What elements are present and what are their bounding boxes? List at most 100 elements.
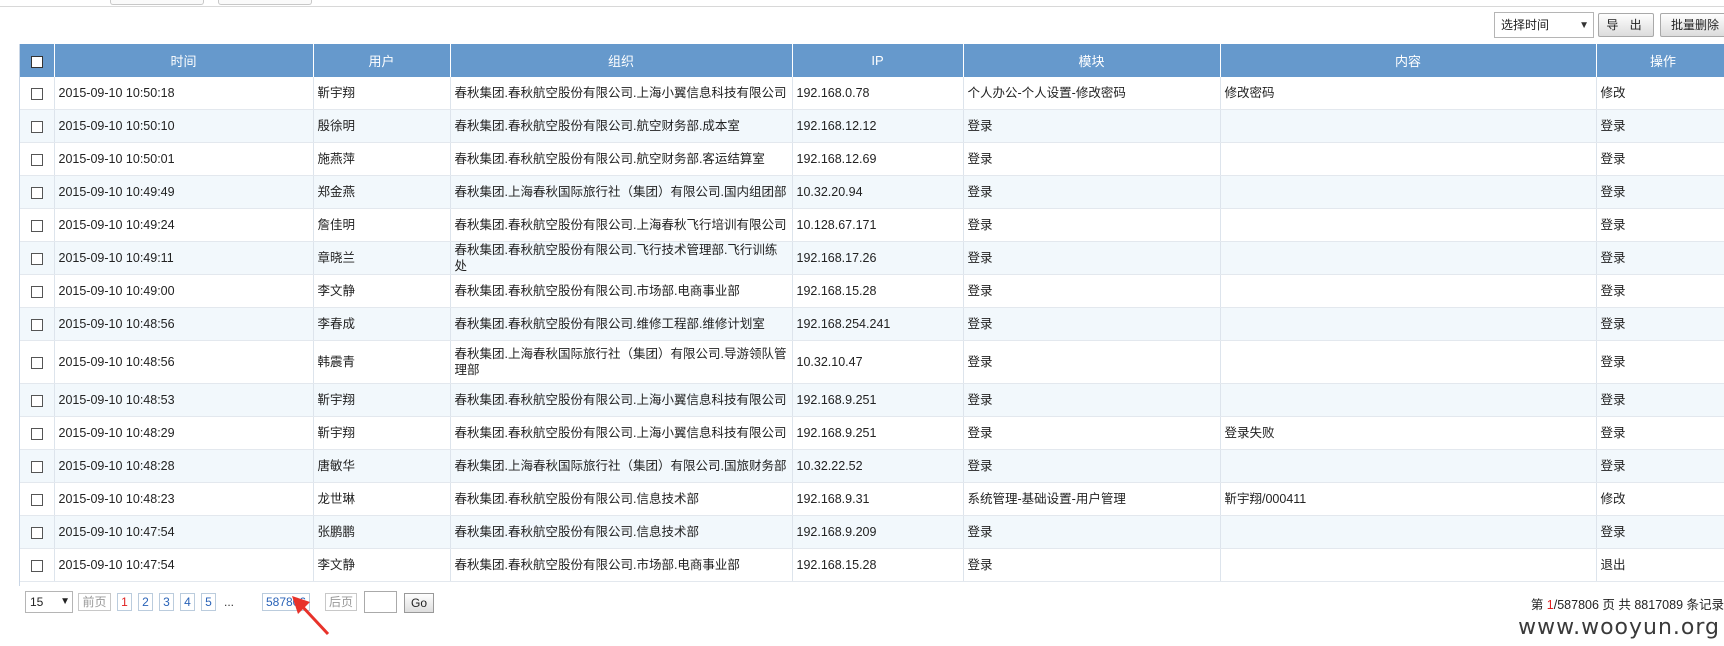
cell-org: 春秋集团.春秋航空股份有限公司.信息技术部 — [450, 515, 793, 549]
cell-module: 登录 — [963, 548, 1221, 582]
select-all-checkbox[interactable] — [30, 55, 43, 68]
row-checkbox[interactable] — [30, 526, 43, 539]
row-checkbox[interactable] — [30, 87, 43, 100]
cell-module: 登录 — [963, 515, 1221, 549]
cell-user: 靳宇翔 — [313, 416, 451, 450]
cell-time: 2015-09-10 10:48:56 — [54, 307, 314, 341]
cell-user: 唐敏华 — [313, 449, 451, 483]
table-row: 2015-09-10 10:49:49 郑金燕 春秋集团.上海春秋国际旅行社（集团）… — [20, 175, 1724, 209]
col-header-action[interactable]: 操作 — [1596, 44, 1724, 77]
row-select-cell — [20, 208, 55, 242]
page-link-4[interactable]: 4 — [180, 593, 195, 611]
filter-input-edge[interactable] — [218, 0, 312, 5]
page-jump-input[interactable] — [364, 591, 397, 613]
row-checkbox[interactable] — [30, 356, 43, 369]
page-ellipsis: ... — [224, 595, 235, 609]
table-row: 2015-09-10 10:47:54 李文静 春秋集团.春秋航空股份有限公司.市场… — [20, 548, 1724, 582]
row-checkbox[interactable] — [30, 493, 43, 506]
table-row: 2015-09-10 10:49:11 章晓兰 春秋集团.春秋航空股份有限公司.飞行… — [20, 241, 1724, 275]
page-link-1[interactable]: 1 — [117, 593, 132, 611]
cell-user: 章晓兰 — [313, 241, 451, 275]
cell-org: 春秋集团.上海春秋国际旅行社（集团）有限公司.国内组团部 — [450, 175, 793, 209]
cell-user: 龙世琳 — [313, 482, 451, 516]
cell-ip: 192.168.17.26 — [792, 241, 964, 275]
cell-content — [1220, 515, 1597, 549]
filter-input-edge[interactable] — [110, 0, 204, 5]
cell-user: 张鹏鹏 — [313, 515, 451, 549]
row-select-cell — [20, 340, 55, 384]
col-header-org[interactable]: 组织 — [450, 44, 793, 77]
row-checkbox[interactable] — [30, 318, 43, 331]
page-size-select[interactable]: 15 ▼ — [25, 591, 73, 613]
cell-org: 春秋集团.春秋航空股份有限公司.上海小翼信息科技有限公司 — [450, 77, 793, 110]
cell-user: 韩震青 — [313, 340, 451, 384]
page-link-3[interactable]: 3 — [159, 593, 174, 611]
cell-module: 登录 — [963, 340, 1221, 384]
row-checkbox[interactable] — [30, 460, 43, 473]
cell-content — [1220, 449, 1597, 483]
col-header-content[interactable]: 内容 — [1220, 44, 1597, 77]
cell-time: 2015-09-10 10:48:23 — [54, 482, 314, 516]
cell-module: 个人办公-个人设置-修改密码 — [963, 77, 1221, 110]
row-checkbox[interactable] — [30, 285, 43, 298]
cell-org: 春秋集团.春秋航空股份有限公司.航空财务部.成本室 — [450, 109, 793, 143]
row-checkbox[interactable] — [30, 153, 43, 166]
cell-action: 登录 — [1596, 274, 1724, 308]
table-row: 2015-09-10 10:50:01 施燕萍 春秋集团.春秋航空股份有限公司.航空… — [20, 142, 1724, 176]
table-row: 2015-09-10 10:47:54 张鹏鹏 春秋集团.春秋航空股份有限公司.信息… — [20, 515, 1724, 549]
export-button[interactable]: 导 出 — [1598, 13, 1654, 37]
row-checkbox[interactable] — [30, 219, 43, 232]
col-header-ip[interactable]: IP — [792, 44, 964, 77]
cell-org: 春秋集团.春秋航空股份有限公司.上海小翼信息科技有限公司 — [450, 383, 793, 417]
go-button[interactable]: Go — [404, 593, 434, 613]
cell-ip: 192.168.9.251 — [792, 383, 964, 417]
cell-content — [1220, 175, 1597, 209]
row-checkbox[interactable] — [30, 394, 43, 407]
cell-org: 春秋集团.上海春秋国际旅行社（集团）有限公司.导游领队管理部 — [450, 340, 793, 384]
row-select-cell — [20, 449, 55, 483]
time-select[interactable]: 选择时间 ▼ — [1494, 12, 1594, 38]
page-info: 第 1/587806 页 共 8817089 条记录 — [1531, 594, 1724, 613]
row-checkbox[interactable] — [30, 186, 43, 199]
cell-ip: 192.168.9.209 — [792, 515, 964, 549]
batch-delete-button[interactable]: 批量删除 — [1660, 13, 1724, 37]
row-checkbox[interactable] — [30, 120, 43, 133]
cell-content — [1220, 383, 1597, 417]
cell-action: 登录 — [1596, 383, 1724, 417]
row-select-cell — [20, 241, 55, 275]
cell-content: 靳宇翔/000411 — [1220, 482, 1597, 516]
page-size-value: 15 — [30, 595, 44, 609]
col-header-module[interactable]: 模块 — [963, 44, 1221, 77]
log-table: 时间 用户 组织 IP 模块 内容 操作 2015-09-10 10:50:18… — [19, 44, 1724, 586]
page-link-2[interactable]: 2 — [138, 593, 153, 611]
col-header-time[interactable]: 时间 — [54, 44, 314, 77]
col-header-user[interactable]: 用户 — [313, 44, 451, 77]
row-select-cell — [20, 307, 55, 341]
cell-ip: 192.168.12.12 — [792, 109, 964, 143]
table-row: 2015-09-10 10:48:23 龙世琳 春秋集团.春秋航空股份有限公司.信息… — [20, 482, 1724, 516]
cell-user: 施燕萍 — [313, 142, 451, 176]
annotation-arrow-icon — [292, 596, 330, 636]
row-checkbox[interactable] — [30, 427, 43, 440]
cell-org: 春秋集团.春秋航空股份有限公司.市场部.电商事业部 — [450, 548, 793, 582]
page-link-5[interactable]: 5 — [201, 593, 216, 611]
cell-time: 2015-09-10 10:49:49 — [54, 175, 314, 209]
cell-module: 登录 — [963, 241, 1221, 275]
page-info-current: 1 — [1546, 598, 1554, 612]
row-checkbox[interactable] — [30, 252, 43, 265]
cell-module: 登录 — [963, 274, 1221, 308]
table-row: 2015-09-10 10:49:24 詹佳明 春秋集团.春秋航空股份有限公司.上海… — [20, 208, 1724, 242]
cell-ip: 192.168.15.28 — [792, 548, 964, 582]
cell-content — [1220, 208, 1597, 242]
cell-org: 春秋集团.春秋航空股份有限公司.飞行技术管理部.飞行训练处 — [450, 241, 793, 275]
cell-ip: 10.128.67.171 — [792, 208, 964, 242]
cell-ip: 192.168.9.31 — [792, 482, 964, 516]
cell-org: 春秋集团.春秋航空股份有限公司.信息技术部 — [450, 482, 793, 516]
prev-page-button[interactable]: 前页 — [78, 593, 111, 611]
cell-user: 李春成 — [313, 307, 451, 341]
row-checkbox[interactable] — [30, 559, 43, 572]
cell-action: 登录 — [1596, 340, 1724, 384]
cell-time: 2015-09-10 10:48:53 — [54, 383, 314, 417]
cell-time: 2015-09-10 10:49:24 — [54, 208, 314, 242]
row-select-cell — [20, 548, 55, 582]
